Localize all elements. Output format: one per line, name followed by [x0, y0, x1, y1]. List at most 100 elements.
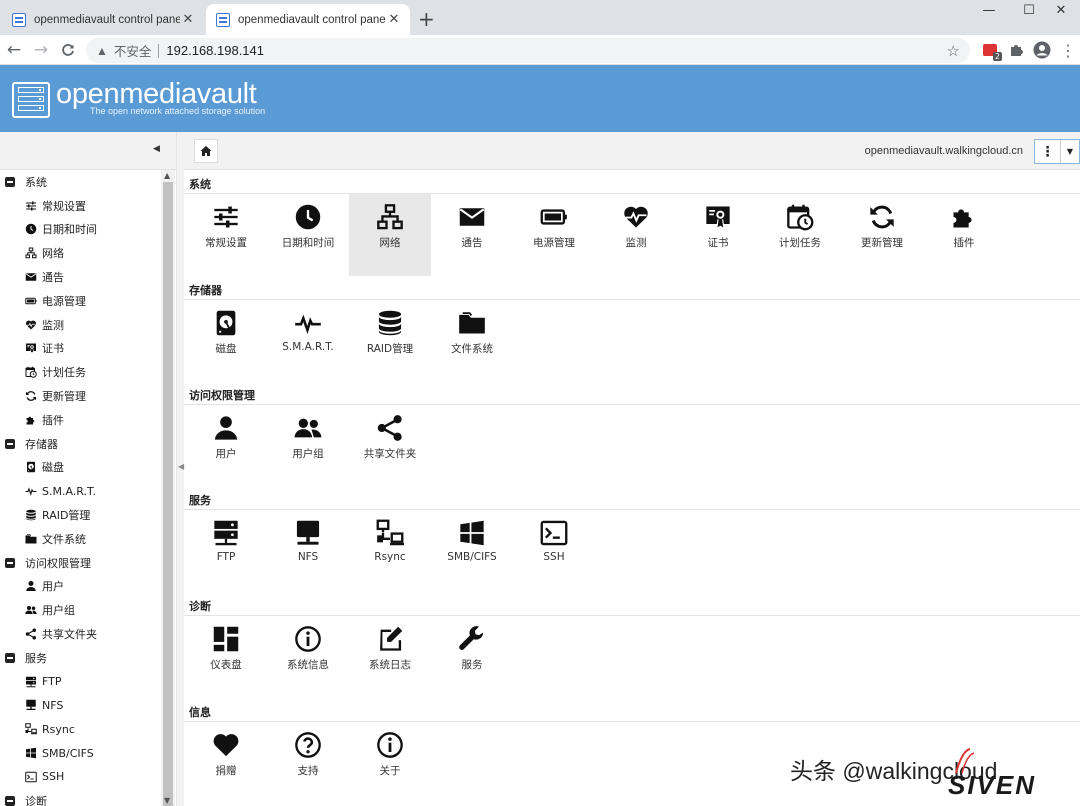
dashboard-tile[interactable]: 服务	[431, 616, 513, 698]
dashboard: 系统 常规设置 日期和时间 网络 通告 电源管理 监测 证书 计划任务 更新管理 插件 存储器 磁盘 S.…	[184, 170, 1080, 806]
dashboard-tile[interactable]: 通告	[431, 194, 513, 276]
address-bar[interactable]: ▲ 不安全 192.168.198.141 ☆	[86, 38, 970, 63]
collapse-group-icon[interactable]	[5, 557, 15, 568]
sidebar-item[interactable]: RAID管理	[0, 503, 160, 527]
network-icon	[375, 202, 405, 232]
sidebar-item[interactable]: 证书	[0, 337, 160, 361]
sidebar-item[interactable]: 用户组	[0, 598, 160, 622]
extensions-puzzle-icon[interactable]	[1006, 40, 1026, 60]
collapse-group-icon[interactable]	[5, 176, 15, 187]
tile-label: S.M.A.R.T.	[282, 341, 334, 353]
sidebar-item[interactable]: NFS	[0, 694, 160, 718]
dashboard-tile[interactable]: FTP	[185, 510, 267, 592]
sidebar-item-label: 用户	[42, 580, 64, 594]
dashboard-tile[interactable]: 更新管理	[841, 194, 923, 276]
profile-avatar-icon[interactable]	[1032, 40, 1052, 60]
dashboard-tile[interactable]: SMB/CIFS	[431, 510, 513, 592]
tile-label: 系统日志	[369, 659, 411, 671]
scroll-up-icon[interactable]: ▲	[164, 171, 170, 180]
dashboard-tile[interactable]: 电源管理	[513, 194, 595, 276]
bookmark-star-icon[interactable]: ☆	[947, 42, 960, 60]
sidebar-item[interactable]: 文件系统	[0, 527, 160, 551]
dashboard-tile[interactable]: 用户组	[267, 405, 349, 487]
sidebar-item[interactable]: 常规设置	[0, 194, 160, 218]
dashboard-tile[interactable]: 磁盘	[185, 300, 267, 382]
dashboard-tile[interactable]: SSH	[513, 510, 595, 592]
collapse-group-icon[interactable]	[5, 795, 15, 806]
sidebar-item[interactable]: SSH	[0, 765, 160, 789]
dashboard-tile[interactable]: 共享文件夹	[349, 405, 431, 487]
more-vertical-icon[interactable]: ⋮	[1035, 140, 1061, 163]
sidebar-group[interactable]: 访问权限管理	[0, 551, 160, 575]
new-tab-button[interactable]: +	[418, 7, 435, 31]
scrollbar-thumb[interactable]	[163, 182, 173, 806]
collapse-group-icon[interactable]	[5, 438, 15, 449]
sidebar-item[interactable]: 插件	[0, 408, 160, 432]
sidebar-item[interactable]: 磁盘	[0, 456, 160, 480]
dashboard-tile[interactable]: 系统信息	[267, 616, 349, 698]
tile-label: RAID管理	[366, 343, 414, 355]
dashboard-tile[interactable]: 常规设置	[185, 194, 267, 276]
home-button[interactable]	[194, 139, 218, 163]
puzzle-icon	[949, 202, 979, 232]
sidebar-item[interactable]: Rsync	[0, 717, 160, 741]
sidebar-group[interactable]: 诊断	[0, 789, 160, 806]
tab-close-icon[interactable]: ✕	[180, 12, 196, 27]
scroll-down-icon[interactable]: ▼	[164, 796, 170, 805]
sidebar-item[interactable]: SMB/CIFS	[0, 741, 160, 765]
tab-close-icon[interactable]: ✕	[386, 12, 402, 27]
sidebar-item[interactable]: 共享文件夹	[0, 622, 160, 646]
browser-tab[interactable]: openmediavault control panel ✕	[2, 4, 204, 35]
dashboard-tile[interactable]: S.M.A.R.T.	[267, 300, 349, 382]
sidebar-item[interactable]: 网络	[0, 241, 160, 265]
dashboard-tile[interactable]: 用户	[185, 405, 267, 487]
dashboard-tile[interactable]: 文件系统	[431, 300, 513, 382]
sidebar-item[interactable]: 更新管理	[0, 384, 160, 408]
sidebar-scrollbar[interactable]: ▲ ▼	[161, 170, 175, 806]
sidebar-group-label: 服务	[25, 651, 47, 665]
dashboard-tile[interactable]: 监测	[595, 194, 677, 276]
dropdown-caret-icon[interactable]: ▼	[1061, 140, 1079, 163]
dashboard-tile[interactable]: 网络	[349, 194, 431, 276]
sidebar-item[interactable]: 监测	[0, 313, 160, 337]
user-menu-button[interactable]: ⋮ ▼	[1034, 139, 1080, 164]
sidebar-item[interactable]: 计划任务	[0, 360, 160, 384]
browser-menu-icon[interactable]: ⋮	[1058, 40, 1078, 60]
dashboard-tile[interactable]: NFS	[267, 510, 349, 592]
sidebar-item[interactable]: 通告	[0, 265, 160, 289]
dashboard-tile[interactable]: 系统日志	[349, 616, 431, 698]
users-icon	[24, 603, 38, 617]
dashboard-tile[interactable]: 插件	[923, 194, 1005, 276]
sidebar-group-label: 访问权限管理	[25, 556, 91, 570]
dashboard-tile[interactable]: 证书	[677, 194, 759, 276]
sidebar-splitter[interactable]: ◀	[176, 132, 184, 806]
back-icon[interactable]: ←	[3, 39, 25, 61]
sidebar-item[interactable]: S.M.A.R.T.	[0, 479, 160, 503]
sidebar-group[interactable]: 存储器	[0, 432, 160, 456]
dashboard-tile[interactable]: Rsync	[349, 510, 431, 592]
sidebar-group[interactable]: 系统	[0, 170, 160, 194]
dashboard-tile[interactable]: RAID管理	[349, 300, 431, 382]
reload-icon[interactable]	[57, 39, 79, 61]
dashboard-tile[interactable]: 日期和时间	[267, 194, 349, 276]
window-minimize-button[interactable]: —	[970, 0, 1008, 20]
extension-badge-icon[interactable]: 2	[980, 40, 1002, 61]
dashboard-tile[interactable]: 仪表盘	[185, 616, 267, 698]
collapse-group-icon[interactable]	[5, 652, 15, 663]
dashboard-tile[interactable]: 关于	[349, 722, 431, 804]
forward-icon[interactable]: →	[30, 39, 52, 61]
browser-tab-active[interactable]: openmediavault control panel ✕	[206, 4, 410, 35]
sidebar-item[interactable]: 用户	[0, 575, 160, 599]
monitor-icon	[24, 698, 38, 712]
dashboard-tile[interactable]: 支持	[267, 722, 349, 804]
window-close-button[interactable]: ✕	[1042, 0, 1080, 20]
sidebar-item[interactable]: 日期和时间	[0, 218, 160, 242]
dashboard-tile[interactable]: 计划任务	[759, 194, 841, 276]
dashboard-tile[interactable]: 捐赠	[185, 722, 267, 804]
sidebar-item[interactable]: FTP	[0, 670, 160, 694]
calendar-clock-icon	[24, 365, 38, 379]
sidebar-item-label: 磁盘	[42, 461, 64, 475]
sidebar-group[interactable]: 服务	[0, 646, 160, 670]
sidebar-item[interactable]: 电源管理	[0, 289, 160, 313]
collapse-sidebar-icon[interactable]: ◀	[153, 144, 160, 154]
